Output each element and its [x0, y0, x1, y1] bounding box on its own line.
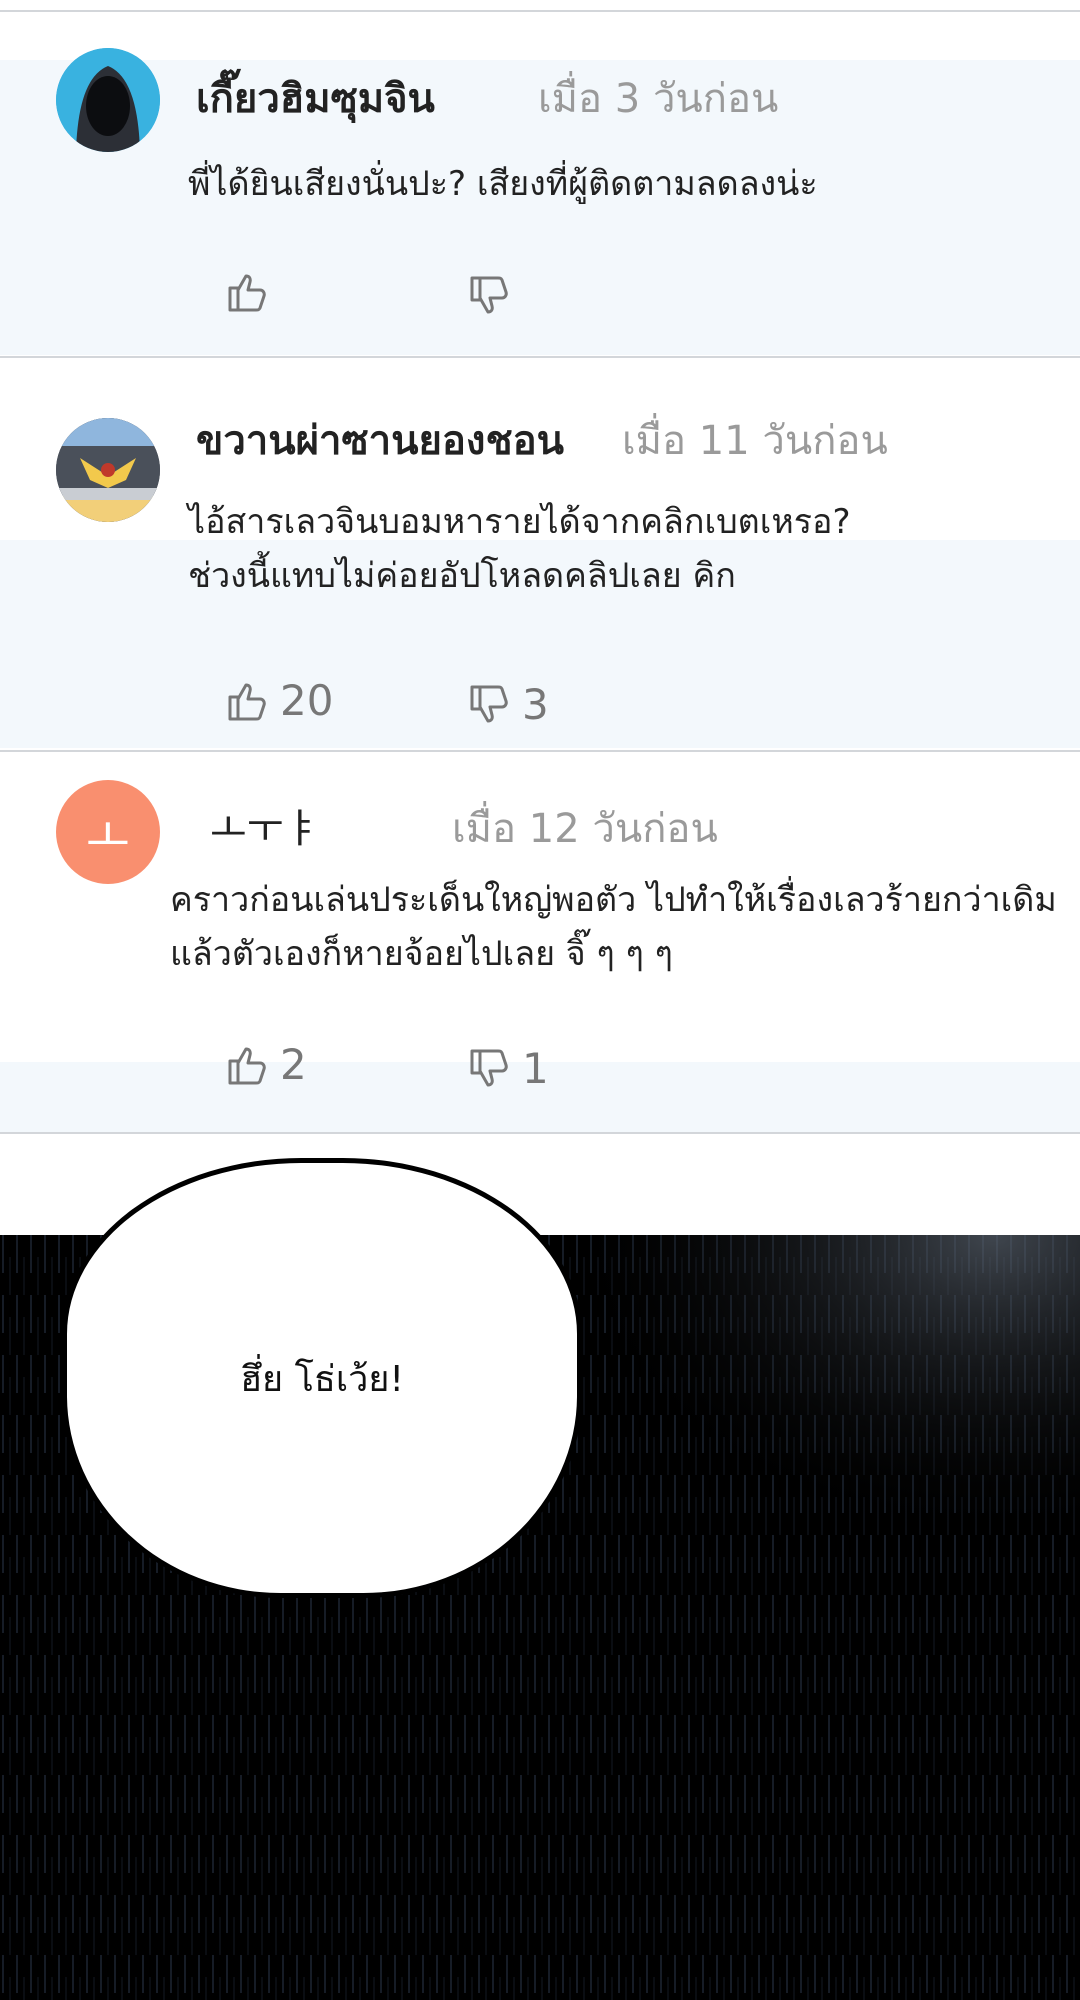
- avatar-letter: ㅗ: [85, 809, 131, 865]
- dislike-button[interactable]: 1: [466, 1044, 549, 1093]
- thumbs-down-icon: [470, 276, 508, 314]
- thumbs-down-icon: [470, 1049, 508, 1086]
- comment-text: พี่ได้ยินเสียงนั่นปะ? เสียงที่ผู้ติดตามล…: [188, 164, 818, 204]
- comment-feed: เกี๊ยวฮิมซุมจิน เมื่อ 3 วันก่อน พี่ได้ยิ…: [0, 0, 1080, 2000]
- thumbs-down-icon: [470, 685, 508, 722]
- speech-bubble: ฮึ่ย โธ่เว้ย!: [62, 1158, 582, 1598]
- like-button[interactable]: [224, 268, 280, 316]
- like-count: 20: [280, 676, 334, 725]
- avatar[interactable]: ㅗ: [56, 780, 160, 884]
- divider: [0, 750, 1080, 752]
- comment-author[interactable]: เกี๊ยวฮิมซุมจิน: [196, 66, 435, 130]
- dislike-button[interactable]: 3: [466, 680, 549, 729]
- like-button[interactable]: 2: [224, 1040, 307, 1089]
- thumbs-up-icon: [228, 1047, 266, 1084]
- divider: [0, 10, 1080, 12]
- police-badge-icon: [56, 418, 160, 522]
- comment-text: ไอ้สารเลวจินบอมหารายได้จากคลิกเบตเหรอ?: [188, 502, 851, 542]
- comment-text: คราวก่อนเล่นประเด็นใหญ่พอตัว ไปทำให้เรื่…: [170, 880, 1057, 920]
- comment-text: แล้วตัวเองก็หายจ้อยไปเลย จิ๊ ๆ ๆ ๆ: [170, 934, 673, 974]
- dislike-count: 3: [522, 680, 549, 729]
- divider: [0, 356, 1080, 358]
- comment-time: เมื่อ 11 วันก่อน: [622, 418, 888, 464]
- avatar[interactable]: [56, 418, 160, 522]
- avatar[interactable]: [56, 48, 160, 152]
- comment-time: เมื่อ 12 วันก่อน: [452, 806, 718, 852]
- dislike-count: 1: [522, 1044, 549, 1093]
- like-count: 2: [280, 1040, 307, 1089]
- comment-author[interactable]: ขวานผ่าซานยองชอน: [196, 408, 564, 472]
- speech-text: ฮึ่ย โธ่เว้ย!: [240, 1358, 404, 1400]
- comment-text: ช่วงนี้แทบไม่ค่อยอัปโหลดคลิปเลย คิก: [188, 556, 736, 596]
- dislike-button[interactable]: [466, 272, 522, 320]
- comment-time: เมื่อ 3 วันก่อน: [538, 76, 779, 122]
- comment-author[interactable]: ㅗㅜㅑ: [210, 796, 320, 854]
- thumbs-up-icon: [228, 274, 266, 312]
- divider: [0, 1132, 1080, 1134]
- thumbs-up-icon: [228, 683, 266, 720]
- hooded-figure-icon: [56, 48, 160, 152]
- like-button[interactable]: 20: [224, 676, 333, 725]
